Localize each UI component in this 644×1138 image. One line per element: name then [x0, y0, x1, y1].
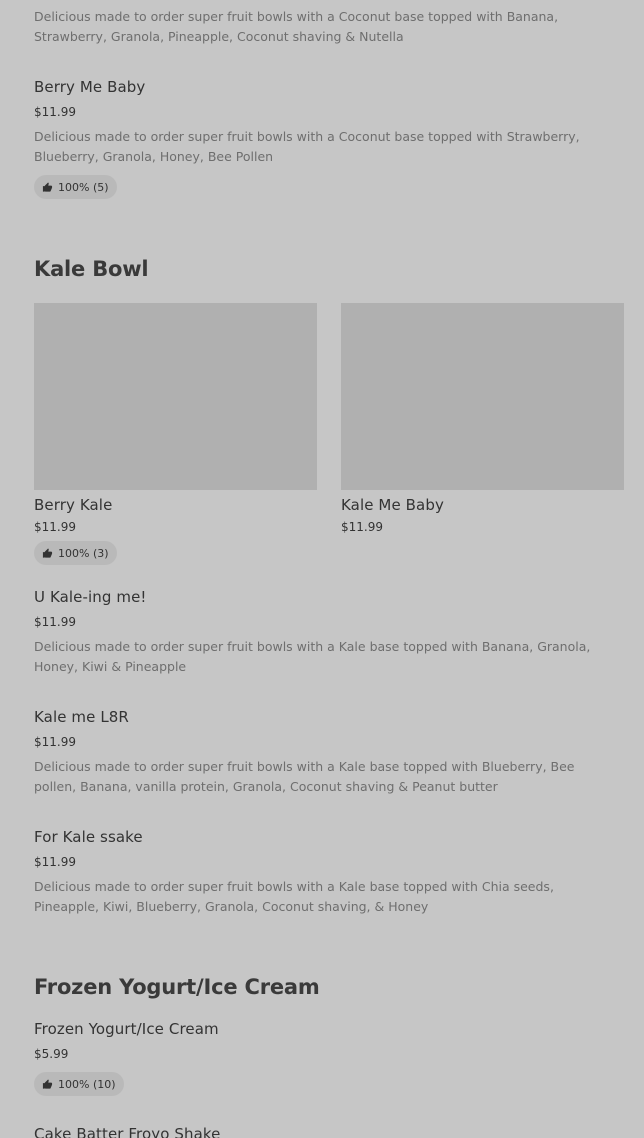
rating-badge: 100% (10) [34, 1072, 124, 1096]
item-title: Kale me L8R [34, 708, 129, 726]
rating-badge: 100% (3) [34, 541, 117, 565]
thumbs-up-icon [42, 547, 53, 558]
item-price: $11.99 [34, 520, 76, 534]
rating-badge: 100% (5) [34, 175, 117, 199]
item-title: For Kale ssake [34, 828, 143, 846]
item-title: Kale Me Baby [341, 496, 444, 514]
thumbs-up-icon [42, 181, 53, 192]
item-title: U Kale-ing me! [34, 588, 147, 606]
item-price: $11.99 [34, 735, 76, 749]
rating-text: 100% (5) [58, 180, 109, 194]
menu-card-kale-me-baby[interactable]: Kale Me Baby $11.99 [341, 303, 624, 543]
item-title: Berry Me Baby [34, 78, 146, 96]
rating-text: 100% (10) [58, 1077, 116, 1091]
item-description: Delicious made to order super fruit bowl… [34, 129, 580, 164]
item-description: Delicious made to order super fruit bowl… [34, 9, 559, 44]
item-description: Delicious made to order super fruit bowl… [34, 639, 591, 674]
menu-item-for-kale-ssake[interactable]: For Kale ssake $11.99 Delicious made to … [34, 828, 614, 920]
item-description: Delicious made to order super fruit bowl… [34, 759, 575, 794]
section-heading-kale-bowl: Kale Bowl [34, 257, 149, 281]
item-price: $11.99 [341, 520, 383, 534]
item-image [341, 303, 624, 490]
item-image [34, 303, 317, 490]
thumbs-up-icon [42, 1078, 53, 1089]
menu-item-nutella[interactable]: Delicious made to order super fruit bowl… [34, 7, 604, 47]
section-heading-frozen-yogurt: Frozen Yogurt/Ice Cream [34, 975, 320, 999]
item-title: Cake Batter Froyo Shake [34, 1125, 221, 1138]
menu-item-frozen-yogurt[interactable]: Frozen Yogurt/Ice Cream $5.99 100% (10) [34, 1020, 614, 1100]
item-price: $11.99 [34, 105, 76, 119]
menu-item-cake-batter-froyo-shake[interactable]: Cake Batter Froyo Shake [34, 1125, 614, 1138]
menu-item-kale-me-l8r[interactable]: Kale me L8R $11.99 Delicious made to ord… [34, 708, 614, 800]
item-description: Delicious made to order super fruit bowl… [34, 879, 554, 914]
item-price: $5.99 [34, 1047, 69, 1061]
menu-card-berry-kale[interactable]: Berry Kale $11.99 100% (3) [34, 303, 317, 565]
rating-text: 100% (3) [58, 546, 109, 560]
item-title: Frozen Yogurt/Ice Cream [34, 1020, 219, 1038]
item-title: Berry Kale [34, 496, 113, 514]
menu-item-berry-me-baby[interactable]: Berry Me Baby $11.99 Delicious made to o… [34, 78, 614, 200]
item-price: $11.99 [34, 855, 76, 869]
item-price: $11.99 [34, 615, 76, 629]
menu-item-u-kale-ing-me[interactable]: U Kale-ing me! $11.99 Delicious made to … [34, 588, 614, 680]
